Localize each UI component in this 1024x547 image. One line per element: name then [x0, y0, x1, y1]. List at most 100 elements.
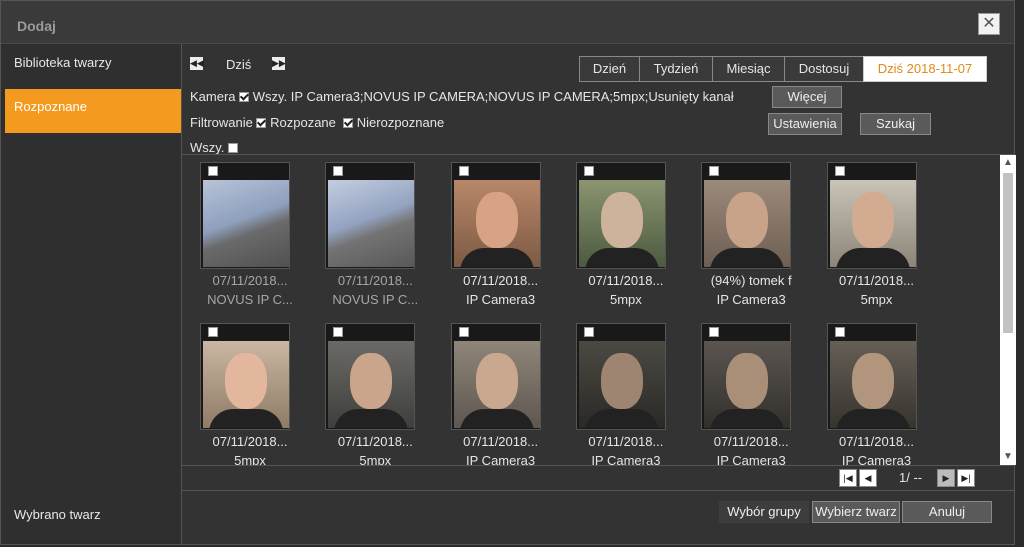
- result-date: 07/11/2018...: [337, 434, 413, 449]
- face-shape: [475, 192, 518, 248]
- prev-page-icon[interactable]: ◀: [859, 469, 877, 487]
- result-checkbox[interactable]: [709, 166, 720, 176]
- face-image: [829, 180, 916, 267]
- face-thumbnail[interactable]: [701, 162, 792, 269]
- face-shape: [726, 353, 769, 409]
- face-thumbnail[interactable]: [325, 162, 416, 269]
- tab-day[interactable]: Dzień: [579, 56, 640, 82]
- face-image: [328, 180, 415, 267]
- scroll-thumb[interactable]: [1003, 173, 1013, 333]
- result-date: 07/11/2018...: [588, 273, 664, 288]
- select-all-checkbox[interactable]: [228, 143, 239, 153]
- face-image: [704, 180, 791, 267]
- face-shape: [225, 353, 267, 409]
- result-date: 07/11/2018...: [463, 434, 539, 449]
- today-label: Dziś: [226, 57, 252, 72]
- result-camera: IP Camera3: [591, 453, 661, 465]
- sidebar-item-face-library[interactable]: Biblioteka twarzy: [5, 46, 181, 90]
- tab-week[interactable]: Tydzień: [639, 56, 713, 82]
- tab-today-date[interactable]: Dziś 2018-11-07: [863, 56, 987, 82]
- results-scrollbar[interactable]: ▲ ▼: [1000, 155, 1016, 465]
- result-checkbox[interactable]: [709, 327, 720, 337]
- result-checkbox[interactable]: [583, 327, 594, 337]
- result-checkbox[interactable]: [834, 327, 845, 337]
- tab-month[interactable]: Miesiąc: [712, 56, 785, 82]
- close-icon[interactable]: ✕: [978, 13, 1000, 35]
- sidebar-item-recognized[interactable]: Rozpoznane: [5, 89, 181, 133]
- scroll-down-icon[interactable]: ▼: [1000, 449, 1016, 465]
- face-thumbnail[interactable]: [701, 323, 792, 430]
- result-date: 07/11/2018...: [588, 434, 664, 449]
- shoulders-shape: [584, 409, 659, 428]
- filtering-row: Filtrowanie Rozpozane Nierozpoznane: [190, 115, 444, 130]
- grid-divider: [182, 465, 1014, 466]
- next-page-icon[interactable]: ▶: [937, 469, 955, 487]
- face-shape: [851, 192, 894, 248]
- face-thumbnail[interactable]: [200, 323, 290, 430]
- result-camera: 5mpx: [359, 453, 392, 465]
- result-date: (94%) tomek f: [710, 273, 792, 288]
- recognized-label: Rozpozane: [270, 115, 336, 130]
- dialog-title: Dodaj: [17, 18, 56, 34]
- filtering-label: Filtrowanie: [190, 115, 253, 130]
- search-button[interactable]: Szukaj: [860, 113, 931, 135]
- face-image: [704, 341, 791, 428]
- select-face-button[interactable]: Wybierz twarz: [812, 501, 900, 523]
- result-checkbox[interactable]: [208, 327, 218, 337]
- face-thumbnail[interactable]: [450, 323, 541, 430]
- settings-button[interactable]: Ustawienia: [768, 113, 842, 135]
- unrecognized-checkbox[interactable]: [343, 118, 354, 128]
- cancel-button[interactable]: Anuluj: [902, 501, 992, 523]
- group-select-button[interactable]: Wybór grupy: [719, 501, 809, 523]
- shoulders-shape: [334, 409, 409, 428]
- face-image: [578, 180, 665, 267]
- face-shape: [600, 353, 643, 409]
- face-thumbnail[interactable]: [200, 162, 290, 269]
- face-thumbnail[interactable]: [826, 162, 917, 269]
- result-camera: IP Camera3: [716, 292, 786, 307]
- face-shape: [350, 353, 393, 409]
- face-image: [203, 180, 289, 267]
- result-checkbox[interactable]: [458, 166, 469, 176]
- more-button[interactable]: Więcej: [772, 86, 842, 108]
- first-page-icon[interactable]: |◀: [839, 469, 857, 487]
- face-thumbnail[interactable]: [450, 162, 541, 269]
- result-camera: IP Camera3: [841, 453, 912, 465]
- shoulders-shape: [835, 248, 910, 267]
- result-checkbox[interactable]: [333, 166, 344, 176]
- camera-checkbox[interactable]: [239, 92, 250, 102]
- face-image: [203, 341, 289, 428]
- add-face-dialog: Dodaj ✕ Biblioteka twarzy Rozpoznane Wyb…: [0, 0, 1016, 545]
- last-page-icon[interactable]: ▶|: [957, 469, 975, 487]
- result-camera: 5mpx: [860, 292, 893, 307]
- camera-value: Wszy. IP Camera3;NOVUS IP CAMERA;NOVUS I…: [252, 89, 734, 104]
- face-thumbnail[interactable]: [575, 323, 666, 430]
- recognized-checkbox[interactable]: [256, 118, 267, 128]
- result-checkbox[interactable]: [583, 166, 594, 176]
- result-date: 07/11/2018...: [839, 273, 914, 288]
- result-camera: 5mpx: [609, 292, 642, 307]
- tab-custom[interactable]: Dostosuj: [784, 56, 864, 82]
- unrecognized-label: Nierozpoznane: [356, 115, 445, 130]
- result-checkbox[interactable]: [333, 327, 344, 337]
- select-all-row: Wszy.: [190, 140, 239, 155]
- face-image: [578, 341, 665, 428]
- camera-label: Kamera: [190, 89, 236, 104]
- main-panel: ◀◀ Dziś ▶▶ Dzień Tydzień Miesiąc Dostosu…: [182, 44, 1016, 544]
- result-date: 07/11/2018...: [713, 434, 789, 449]
- title-bar: Dodaj ✕: [1, 1, 1014, 44]
- face-thumbnail[interactable]: [575, 162, 666, 269]
- face-thumbnail[interactable]: [826, 323, 917, 430]
- result-checkbox[interactable]: [458, 327, 469, 337]
- face-thumbnail[interactable]: [325, 323, 416, 430]
- result-camera: IP Camera3: [716, 453, 786, 465]
- result-checkbox[interactable]: [208, 166, 218, 176]
- scroll-up-icon[interactable]: ▲: [1000, 155, 1016, 171]
- next-day-icon[interactable]: ▶▶: [272, 57, 286, 70]
- face-image: [453, 180, 540, 267]
- results-grid: 07/11/2018... NOVUS IP C... 07/11/2018... N…: [182, 155, 1000, 465]
- face-image: [328, 341, 415, 428]
- result-checkbox[interactable]: [834, 166, 845, 176]
- selected-face-label: Wybrano twarz: [14, 507, 101, 522]
- prev-day-icon[interactable]: ◀◀: [190, 57, 204, 70]
